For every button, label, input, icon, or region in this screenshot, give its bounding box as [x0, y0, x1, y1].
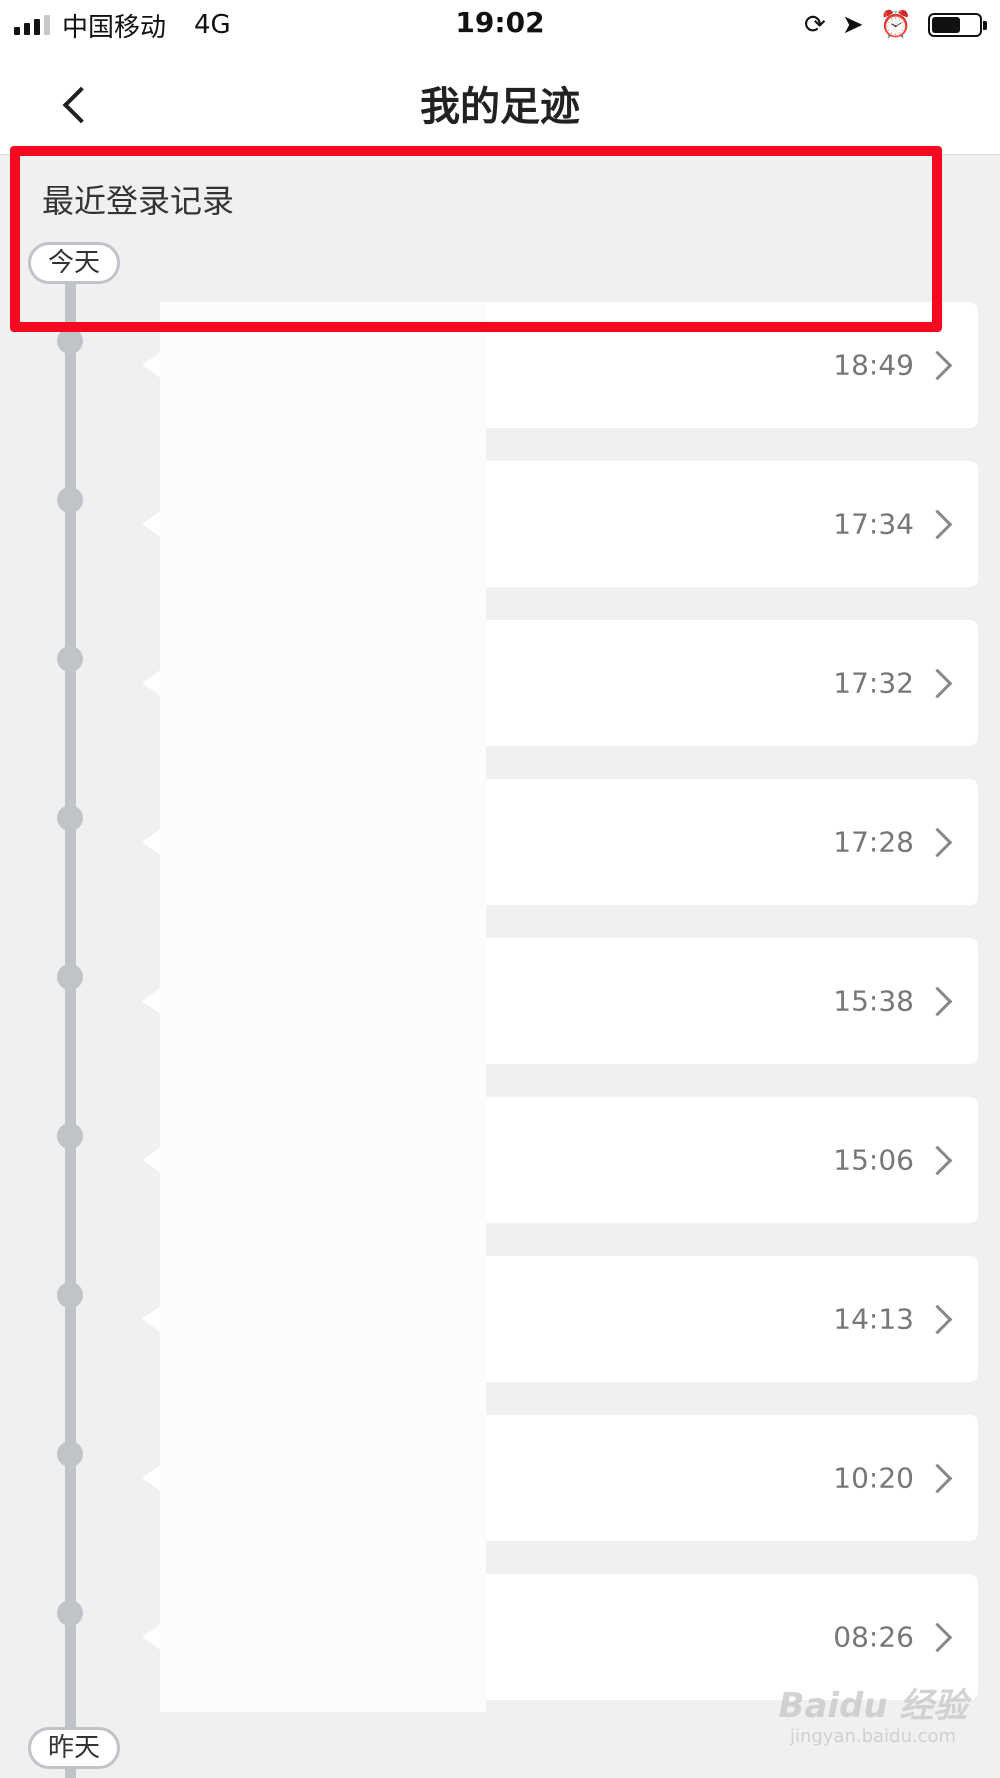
chevron-right-icon: [922, 668, 953, 699]
record-time: 10:20: [833, 1461, 914, 1495]
day-label-yesterday: 昨天: [28, 1727, 120, 1769]
timeline-dot: [57, 1441, 83, 1467]
chevron-right-icon: [922, 986, 953, 1017]
timeline-dot: [57, 646, 83, 672]
chevron-right-icon: [922, 350, 953, 381]
battery-level: [932, 17, 960, 33]
nav-bar: 我的足迹: [0, 50, 1000, 155]
chevron-right-icon: [922, 1145, 953, 1176]
record-time: 14:13: [833, 1302, 914, 1336]
status-bar: 中国移动 4G 19:02 ⟳ ➤ ⏰: [0, 0, 1000, 50]
chevron-right-icon: [922, 827, 953, 858]
record-time: 08:26: [833, 1620, 914, 1654]
day-label-today: 今天: [28, 242, 120, 284]
status-right: ⟳ ➤ ⏰: [804, 8, 987, 42]
watermark-url: jingyan.baidu.com: [789, 1726, 957, 1747]
timeline-dot: [57, 1123, 83, 1149]
record-time: 18:49: [833, 348, 914, 382]
timeline-dot: [57, 487, 83, 513]
page-title: 我的足迹: [420, 84, 580, 130]
baidu-watermark: Baidu 经验 jingyan.baidu.com: [768, 1686, 978, 1748]
timeline-dot: [57, 1600, 83, 1626]
section-title: 最近登录记录: [42, 182, 235, 220]
record-time: 17:28: [833, 825, 914, 859]
record-time: 17:32: [833, 666, 914, 700]
chevron-right-icon: [922, 1304, 953, 1335]
chevron-right-icon: [922, 1622, 953, 1653]
timeline-dot: [57, 805, 83, 831]
battery-icon: [928, 13, 987, 37]
timeline-dot: [57, 328, 83, 354]
timeline-dot: [57, 1282, 83, 1308]
chevron-right-icon: [922, 1463, 953, 1494]
record-time: 15:38: [833, 984, 914, 1018]
watermark-logo: Baidu 经验: [778, 1686, 968, 1726]
redacted-panel: [160, 302, 486, 1712]
chevron-right-icon: [922, 509, 953, 540]
location-arrow-icon: ➤: [841, 10, 864, 40]
timeline-dot: [57, 964, 83, 990]
record-time: 15:06: [833, 1143, 914, 1177]
record-time: 17:34: [833, 507, 914, 541]
rotation-lock-icon: ⟳: [804, 10, 826, 40]
alarm-icon: ⏰: [879, 10, 912, 40]
